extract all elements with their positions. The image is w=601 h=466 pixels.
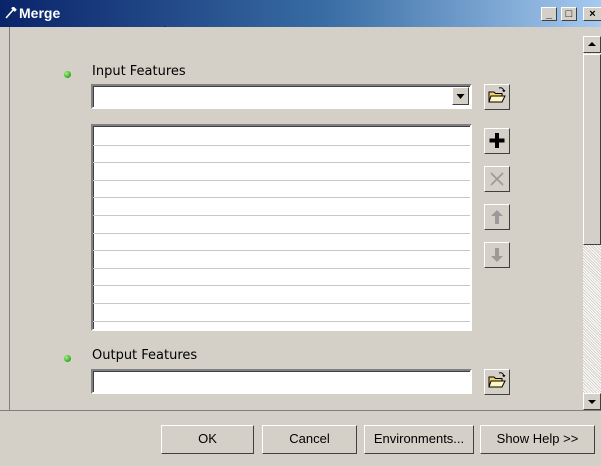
add-item-button[interactable] xyxy=(484,128,510,154)
scroll-up-button[interactable] xyxy=(583,36,601,53)
arrow-up-icon xyxy=(588,42,596,46)
folder-open-icon xyxy=(488,372,506,388)
input-features-label: Input Features xyxy=(92,64,186,79)
list-row[interactable] xyxy=(93,198,470,216)
list-row[interactable] xyxy=(93,128,470,146)
list-row[interactable] xyxy=(93,304,470,322)
maximize-button[interactable]: □ xyxy=(561,7,577,21)
cancel-button[interactable]: Cancel xyxy=(262,425,357,454)
maximize-icon: □ xyxy=(565,8,573,20)
list-row[interactable] xyxy=(93,286,470,304)
list-row[interactable] xyxy=(93,251,470,269)
arrow-down-icon xyxy=(588,400,596,404)
remove-item-button[interactable] xyxy=(484,166,510,192)
input-features-combobox[interactable] xyxy=(91,84,472,109)
x-icon xyxy=(490,172,504,186)
required-bullet-icon xyxy=(64,71,71,78)
folder-open-icon xyxy=(488,87,506,103)
move-up-button[interactable] xyxy=(484,204,510,230)
arrow-up-icon xyxy=(491,210,503,224)
list-row[interactable] xyxy=(93,163,470,181)
close-icon: × xyxy=(589,8,596,20)
arrow-down-icon xyxy=(491,248,503,262)
show-help-button[interactable]: Show Help >> xyxy=(480,425,595,454)
list-row[interactable] xyxy=(93,234,470,252)
environments-button[interactable]: Environments... xyxy=(364,425,474,454)
minimize-icon: _ xyxy=(545,8,553,20)
dropdown-button[interactable] xyxy=(452,87,469,105)
list-row[interactable] xyxy=(93,146,470,164)
scroll-down-button[interactable] xyxy=(583,393,601,410)
hammer-icon xyxy=(5,7,17,19)
window-frame xyxy=(0,27,10,411)
title-bar[interactable]: Merge _ □ × xyxy=(0,0,601,27)
browse-output-button[interactable] xyxy=(484,369,510,395)
browse-input-button[interactable] xyxy=(484,84,510,110)
output-features-label: Output Features xyxy=(92,348,198,363)
plus-icon xyxy=(489,133,505,148)
required-bullet-icon xyxy=(64,355,71,362)
window-title: Merge xyxy=(19,5,61,21)
minimize-button[interactable]: _ xyxy=(541,7,557,21)
list-row[interactable] xyxy=(93,216,470,234)
list-row[interactable] xyxy=(93,269,470,287)
output-features-input[interactable] xyxy=(91,369,472,394)
scrollbar-thumb[interactable] xyxy=(583,54,601,245)
vertical-scrollbar[interactable] xyxy=(583,36,601,410)
chevron-down-icon xyxy=(456,94,465,99)
move-down-button[interactable] xyxy=(484,242,510,268)
list-row[interactable] xyxy=(93,181,470,199)
input-features-list[interactable] xyxy=(91,124,472,331)
close-button[interactable]: × xyxy=(583,7,601,21)
ok-button[interactable]: OK xyxy=(161,425,254,454)
